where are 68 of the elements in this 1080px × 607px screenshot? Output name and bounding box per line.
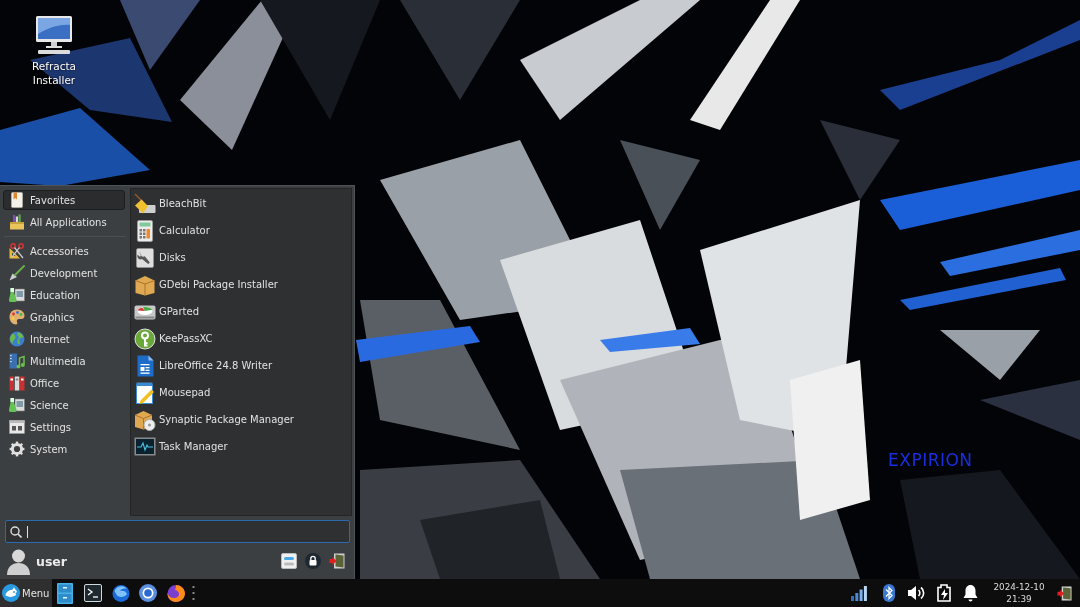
menu-category-item[interactable]: Development <box>3 263 125 283</box>
clock-date: 2024-12-10 <box>993 581 1045 593</box>
globe-icon <box>9 331 25 347</box>
app-launcher-item[interactable]: GParted <box>131 298 351 325</box>
app-launcher-item[interactable]: Calculator <box>131 217 351 244</box>
notepad-pencil-icon <box>134 381 156 404</box>
mouse-logo-icon <box>2 584 20 602</box>
clock-time: 21:39 <box>1006 593 1032 605</box>
lock-icon[interactable] <box>305 553 321 569</box>
search-icon <box>10 525 22 538</box>
gear-icon <box>9 441 25 457</box>
monitor-icon[interactable] <box>34 15 74 55</box>
bell-icon[interactable] <box>963 584 978 602</box>
menu-category-item[interactable]: Settings <box>3 417 125 437</box>
shortcut-label[interactable]: Refracta Installer <box>24 59 84 87</box>
menu-category-item[interactable]: Office <box>3 373 125 393</box>
signal-bars-icon[interactable] <box>851 585 867 601</box>
app-launcher-item[interactable]: GDebi Package Installer <box>131 271 351 298</box>
menu-category-item[interactable]: Science <box>3 395 125 415</box>
menu-category-item[interactable]: Favorites <box>3 190 125 210</box>
disk-wrench-icon <box>134 246 156 269</box>
app-launcher-item[interactable]: Task Manager <box>131 433 351 460</box>
avatar-icon <box>7 547 30 575</box>
binders-icon <box>9 375 25 391</box>
app-launcher-item[interactable]: Synaptic Package Manager <box>131 406 351 433</box>
control-panel-icon <box>9 419 25 435</box>
menu-category-item[interactable]: Multimedia <box>3 351 125 371</box>
menu-category-item[interactable]: Education <box>3 285 125 305</box>
calculator-icon <box>134 219 156 242</box>
logout-icon[interactable] <box>1057 585 1072 601</box>
package-disc-icon <box>134 408 156 431</box>
bookmark-page-icon <box>9 192 25 208</box>
app-launcher-item[interactable]: BleachBit <box>131 190 351 217</box>
user-name: user <box>36 553 68 569</box>
palette-icon <box>9 309 25 325</box>
menu-category-item[interactable]: Internet <box>3 329 125 349</box>
search-field[interactable] <box>5 520 350 543</box>
menu-category-item[interactable]: Graphics <box>3 307 125 327</box>
drag-handle-icon[interactable] <box>192 586 195 600</box>
app-launcher-item[interactable]: LibreOffice 24.8 Writer <box>131 352 351 379</box>
trowel-icon <box>9 265 25 281</box>
battery-charging-icon[interactable] <box>937 584 951 602</box>
fox-logo-icon[interactable] <box>167 584 185 602</box>
toolbox-icon <box>9 214 25 230</box>
bird-logo-icon[interactable] <box>112 584 130 602</box>
wallpaper-text: EXPIRION <box>888 450 973 470</box>
bluetooth-icon[interactable] <box>883 584 895 602</box>
menu-category-item[interactable]: All Applications <box>3 212 125 232</box>
volume-icon[interactable] <box>907 584 925 602</box>
app-launcher-item[interactable]: Mousepad <box>131 379 351 406</box>
menu-button[interactable]: Menu <box>0 579 52 607</box>
app-launcher-item[interactable]: KeePassXC <box>131 325 351 352</box>
terminal-icon[interactable] <box>84 584 102 602</box>
key-icon <box>134 327 156 350</box>
logout-icon[interactable] <box>329 553 345 569</box>
pulse-monitor-icon <box>134 435 156 458</box>
flask-board-icon <box>9 397 25 413</box>
scissors-ruler-icon <box>9 243 25 259</box>
broom-icon <box>134 192 156 215</box>
film-music-icon <box>9 353 25 369</box>
app-launcher-item[interactable]: Disks <box>131 244 351 271</box>
flask-board-icon <box>9 287 25 303</box>
menu-category-item[interactable]: System <box>3 439 125 459</box>
menu-category-item[interactable]: Accessories <box>3 241 125 261</box>
file-cabinet-icon[interactable] <box>57 582 73 604</box>
browser-ring-icon[interactable] <box>139 584 157 602</box>
settings-toggle-icon[interactable] <box>281 553 297 569</box>
package-box-icon <box>134 273 156 296</box>
